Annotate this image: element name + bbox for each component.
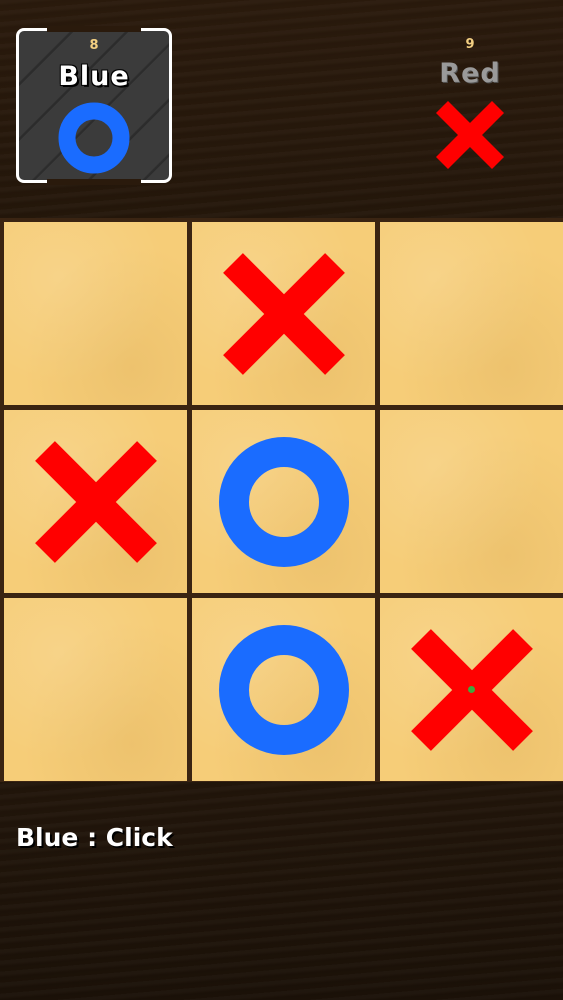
touch-indicator-dot (468, 686, 475, 693)
red-player-name: Red (439, 58, 501, 89)
o-mark-icon (218, 624, 349, 755)
board-cell-2-0[interactable] (4, 598, 187, 781)
game-board (0, 218, 563, 782)
board-cell-0-2[interactable] (380, 222, 563, 405)
board-cell-1-0[interactable] (4, 410, 187, 593)
board-cell-1-1[interactable] (192, 410, 375, 593)
turn-status: Blue : Click (16, 823, 173, 852)
board-cell-1-2[interactable] (380, 410, 563, 593)
o-mark-icon (218, 436, 349, 567)
board-cell-0-1[interactable] (192, 222, 375, 405)
x-mark-icon (222, 252, 345, 375)
x-mark-icon (34, 440, 157, 563)
blue-score: 8 (89, 38, 99, 53)
red-score: 9 (465, 37, 475, 52)
player-panel-blue: 8 Blue (16, 26, 172, 185)
board-cell-0-0[interactable] (4, 222, 187, 405)
o-icon (57, 101, 131, 179)
x-icon (434, 99, 506, 175)
blue-player-name: Blue (58, 61, 130, 92)
board-cell-2-2[interactable] (380, 598, 563, 781)
board-cell-2-1[interactable] (192, 598, 375, 781)
player-panel-red: 9 Red (392, 28, 548, 183)
